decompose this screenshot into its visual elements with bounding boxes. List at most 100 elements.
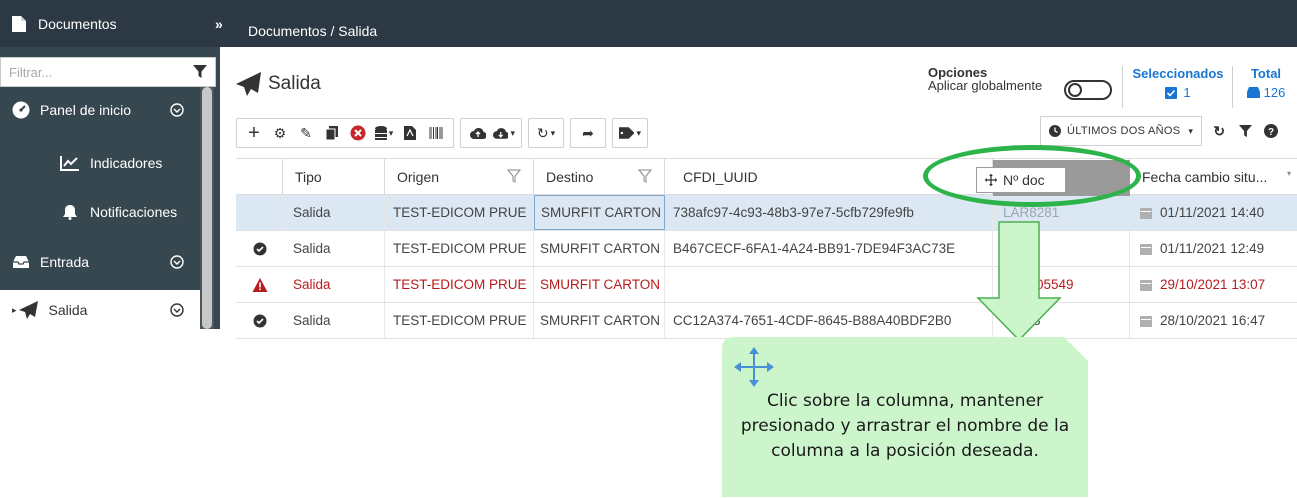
column-label: Destino xyxy=(546,169,594,185)
divider xyxy=(1122,66,1123,108)
apply-globally-toggle[interactable] xyxy=(1064,80,1112,100)
module-header[interactable]: Documentos xyxy=(0,8,230,40)
total-count[interactable]: Total 126 xyxy=(1238,66,1294,100)
bell-icon xyxy=(63,205,77,220)
expand-icon[interactable] xyxy=(170,255,184,269)
calendar-icon xyxy=(1140,244,1152,255)
column-header-destino[interactable]: Destino xyxy=(534,159,665,195)
inbox-icon xyxy=(1246,87,1260,98)
column-label: Fecha cambio situ... xyxy=(1142,169,1268,185)
tag-icon[interactable]: ▾ xyxy=(619,122,641,144)
copy-icon[interactable] xyxy=(321,122,343,144)
filter-icon[interactable] xyxy=(193,65,207,79)
destino-cell: SMURFIT CARTON xyxy=(534,231,665,266)
filter-input[interactable]: Filtrar... xyxy=(1,65,193,80)
sidebar-item-label: Entrada xyxy=(40,254,90,270)
cloud-upload-icon[interactable] xyxy=(467,122,489,144)
uuid-cell: B467CECF-6FA1-4A24-BB91-7DE94F3AC73E xyxy=(665,231,993,266)
column-header-tipo[interactable]: Tipo xyxy=(283,159,385,195)
sync-icon[interactable]: ↻ ▾ xyxy=(535,122,557,144)
total-value-row: 126 xyxy=(1238,85,1294,100)
page-title: Salida xyxy=(236,72,321,96)
dashboard-icon xyxy=(12,101,30,119)
options-panel: Opciones Aplicar globalmente xyxy=(928,66,1042,92)
pencil-icon[interactable]: ✎ xyxy=(295,122,317,144)
refresh-icon[interactable]: ↻ xyxy=(1208,120,1230,142)
sidebar-item-entrada[interactable]: Entrada xyxy=(0,240,200,284)
total-label: Total xyxy=(1250,66,1282,81)
cloud-tools-group: ▾ xyxy=(460,118,522,148)
database-icon[interactable]: ▾ xyxy=(373,122,395,144)
active-indicator-icon: ▸ xyxy=(12,304,17,315)
sidebar-filter[interactable]: Filtrar... xyxy=(0,57,216,87)
sidebar-item-panel-de-inicio[interactable]: Panel de inicio xyxy=(0,88,200,132)
calendar-icon xyxy=(1140,208,1152,219)
sidebar-item-notificaciones[interactable]: Notificaciones xyxy=(0,189,200,235)
toolbar: + ⚙ ✎ ▾ ▾ ↻ ▾ ➦ ▾ xyxy=(236,116,654,150)
paper-plane-icon xyxy=(18,301,38,319)
filter-icon[interactable] xyxy=(1234,120,1256,142)
column-label: Tipo xyxy=(295,169,322,185)
module-title: Documentos xyxy=(38,16,117,32)
down-arrow xyxy=(976,221,1062,342)
column-filter-icon[interactable] xyxy=(507,169,521,183)
column-label: CFDI_UUID xyxy=(683,169,758,185)
delete-icon[interactable] xyxy=(347,122,369,144)
origen-cell: TEST-EDICOM PRUE xyxy=(385,231,534,266)
page-title-text: Salida xyxy=(268,73,321,94)
help-icon[interactable]: ? xyxy=(1260,120,1282,142)
pdf-icon[interactable] xyxy=(399,122,421,144)
barcode-icon[interactable] xyxy=(425,122,447,144)
chevron-down-icon: ▾ xyxy=(1188,125,1194,136)
sidebar-item-salida[interactable]: ▸ Salida xyxy=(0,290,200,330)
warning-icon xyxy=(252,278,268,292)
callout-text: Clic sobre la columna, mantener presiona… xyxy=(740,391,1070,461)
sort-icon[interactable]: ▾ xyxy=(1287,169,1291,178)
scrollbar-thumb[interactable] xyxy=(202,87,212,329)
calendar-icon xyxy=(1140,280,1152,291)
selected-value-row: 1 xyxy=(1128,85,1228,100)
sidebar-item-label: Panel de inicio xyxy=(40,102,132,118)
divider xyxy=(1232,66,1233,108)
chip-label: Nº doc xyxy=(1003,172,1045,188)
svg-text:?: ? xyxy=(1268,127,1274,138)
tag-tools-group: ▾ xyxy=(612,118,648,148)
total-value: 126 xyxy=(1263,85,1286,100)
share-icon[interactable]: ➦ xyxy=(577,122,599,144)
expand-icon[interactable] xyxy=(170,103,184,117)
sidebar-scrollbar[interactable] xyxy=(200,87,214,329)
uuid-cell: 738afc97-4c93-48b3-97e7-5cfb729fe9fb xyxy=(665,195,993,230)
add-icon[interactable]: + xyxy=(243,122,265,144)
column-header-fecha[interactable]: Fecha cambio situ... ▾ xyxy=(1130,159,1297,195)
tipo-cell: Salida xyxy=(283,267,385,302)
table-row[interactable]: Salida TEST-EDICOM PRUE SMURFIT CARTON C… xyxy=(236,303,1297,339)
tipo-cell: Salida xyxy=(283,195,385,230)
table-row[interactable]: Salida TEST-EDICOM PRUE SMURFIT CARTON 7… xyxy=(236,195,1297,231)
sidebar-item-indicadores[interactable]: Indicadores xyxy=(0,140,200,186)
table-row[interactable]: Salida TEST-EDICOM PRUE SMURFIT CARTON B… xyxy=(236,231,1297,267)
check-circle-icon xyxy=(253,242,267,256)
cogs-icon[interactable]: ⚙ xyxy=(269,122,291,144)
expand-icon[interactable] xyxy=(170,303,184,317)
tipo-cell: Salida xyxy=(283,303,385,338)
cloud-download-icon[interactable]: ▾ xyxy=(493,122,515,144)
options-subtitle: Aplicar globalmente xyxy=(928,78,1043,93)
sidebar-item-label: Notificaciones xyxy=(90,204,178,220)
move-arrows-icon xyxy=(734,347,774,387)
edit-tools-group: + ⚙ ✎ ▾ xyxy=(236,118,454,148)
column-filter-icon[interactable] xyxy=(638,169,652,183)
dragged-column-chip[interactable]: Nº doc xyxy=(976,167,1066,193)
paper-plane-icon xyxy=(236,72,261,96)
period-selector[interactable]: ÚLTIMOS DOS AÑOS ▾ xyxy=(1040,116,1203,146)
collapse-sidebar-icon[interactable]: » xyxy=(215,16,223,32)
column-header-origen[interactable]: Origen xyxy=(385,159,534,195)
table-row[interactable]: Salida TEST-EDICOM PRUE SMURFIT CARTON K… xyxy=(236,267,1297,303)
sidebar-item-label: Salida xyxy=(48,302,88,318)
inbox-icon xyxy=(13,256,29,268)
fecha-value: 28/10/2021 16:47 xyxy=(1160,313,1266,328)
fecha-cell: 01/11/2021 14:40 xyxy=(1130,195,1297,230)
fecha-value: 01/11/2021 12:49 xyxy=(1160,241,1265,256)
uuid-cell xyxy=(665,267,993,302)
status-cell xyxy=(236,195,283,230)
selected-count[interactable]: Seleccionados 1 xyxy=(1128,66,1228,100)
